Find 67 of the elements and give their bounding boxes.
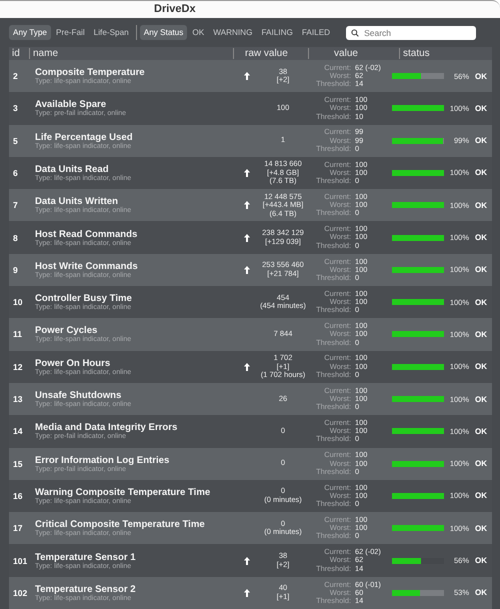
- attribute-id: 10: [12, 297, 24, 308]
- status-text: OK: [475, 394, 487, 404]
- status-text: OK: [475, 524, 487, 533]
- attribute-id: 9: [12, 264, 19, 275]
- filter-tab[interactable]: Pre-Fail: [52, 25, 89, 40]
- attribute-name: Temperature Sensor 2: [35, 584, 137, 595]
- attribute-id: 6: [12, 168, 19, 178]
- attribute-name: Warning Composite Temperature Time: [35, 486, 212, 498]
- status-text: OK: [475, 459, 487, 468]
- attribute-id: 8: [12, 232, 19, 243]
- status-text: OK: [475, 200, 487, 210]
- status-text: OK: [475, 136, 487, 146]
- attribute-name: Power On Hours: [35, 358, 112, 369]
- filter-tab[interactable]: OK: [188, 25, 208, 40]
- filter-tab[interactable]: Any Status: [140, 25, 188, 40]
- status-text: OK: [475, 426, 487, 436]
- attribute-name: Error Information Log Entries: [35, 454, 170, 466]
- attribute-name: Data Units Read: [35, 164, 109, 175]
- window-title: DriveDx: [154, 3, 196, 16]
- attribute-id: 2: [12, 71, 19, 82]
- attribute-name: Composite Temperature: [35, 67, 146, 78]
- attribute-name: Temperature Sensor 1: [35, 552, 137, 563]
- status-text: OK: [475, 104, 487, 113]
- status-text: OK: [475, 491, 487, 500]
- attribute-name: Media and Data Integrity Errors: [35, 422, 178, 434]
- status-text: OK: [475, 233, 487, 242]
- status-text: OK: [475, 556, 487, 566]
- column-header[interactable]: status: [399, 48, 430, 59]
- attribute-id: 102: [12, 588, 28, 598]
- attribute-name: Available Spare: [35, 99, 108, 110]
- status-text: OK: [475, 298, 487, 307]
- search-icon: [351, 28, 360, 37]
- attribute-name: Host Read Commands: [35, 228, 138, 240]
- attribute-id: 5: [12, 136, 19, 146]
- column-header[interactable]: name: [29, 48, 233, 59]
- attribute-id: 7: [12, 200, 19, 210]
- status-text: OK: [475, 588, 487, 598]
- attribute-id: 12: [12, 362, 24, 372]
- attribute-id: 3: [12, 103, 19, 114]
- status-text: OK: [475, 362, 487, 372]
- attribute-id: 11: [12, 329, 23, 340]
- filter-tab[interactable]: Any Type: [9, 25, 51, 40]
- search-field[interactable]: Search: [346, 26, 476, 40]
- column-header[interactable]: value: [308, 48, 383, 59]
- attribute-name: Life Percentage Used: [35, 132, 134, 143]
- status-text: OK: [475, 265, 487, 274]
- attribute-name: Power Cycles: [35, 325, 98, 336]
- attribute-id: 17: [12, 523, 24, 534]
- filter-tab[interactable]: WARNING: [209, 25, 256, 40]
- status-text: OK: [475, 72, 487, 81]
- filter-tab[interactable]: FAILING: [257, 25, 297, 40]
- column-header[interactable]: id: [9, 48, 29, 59]
- attribute-name: Data Units Written: [35, 196, 118, 208]
- attribute-id: 15: [12, 458, 24, 469]
- filter-tab[interactable]: FAILED: [298, 25, 334, 40]
- attribute-name: Host Write Commands: [35, 260, 139, 272]
- attribute-id: 14: [12, 426, 24, 436]
- filter-tab[interactable]: Life-Span: [90, 25, 133, 40]
- attribute-name: Controller Busy Time: [35, 293, 133, 304]
- column-header[interactable]: raw value: [233, 48, 308, 59]
- attribute-id: 13: [12, 394, 24, 404]
- attribute-id: 101: [12, 556, 28, 566]
- attribute-name: Unsafe Shutdowns: [35, 390, 122, 402]
- attribute-name: Critical Composite Temperature Time: [35, 519, 206, 530]
- status-text: OK: [475, 330, 487, 339]
- status-text: OK: [475, 168, 487, 178]
- attribute-id: 16: [12, 490, 24, 501]
